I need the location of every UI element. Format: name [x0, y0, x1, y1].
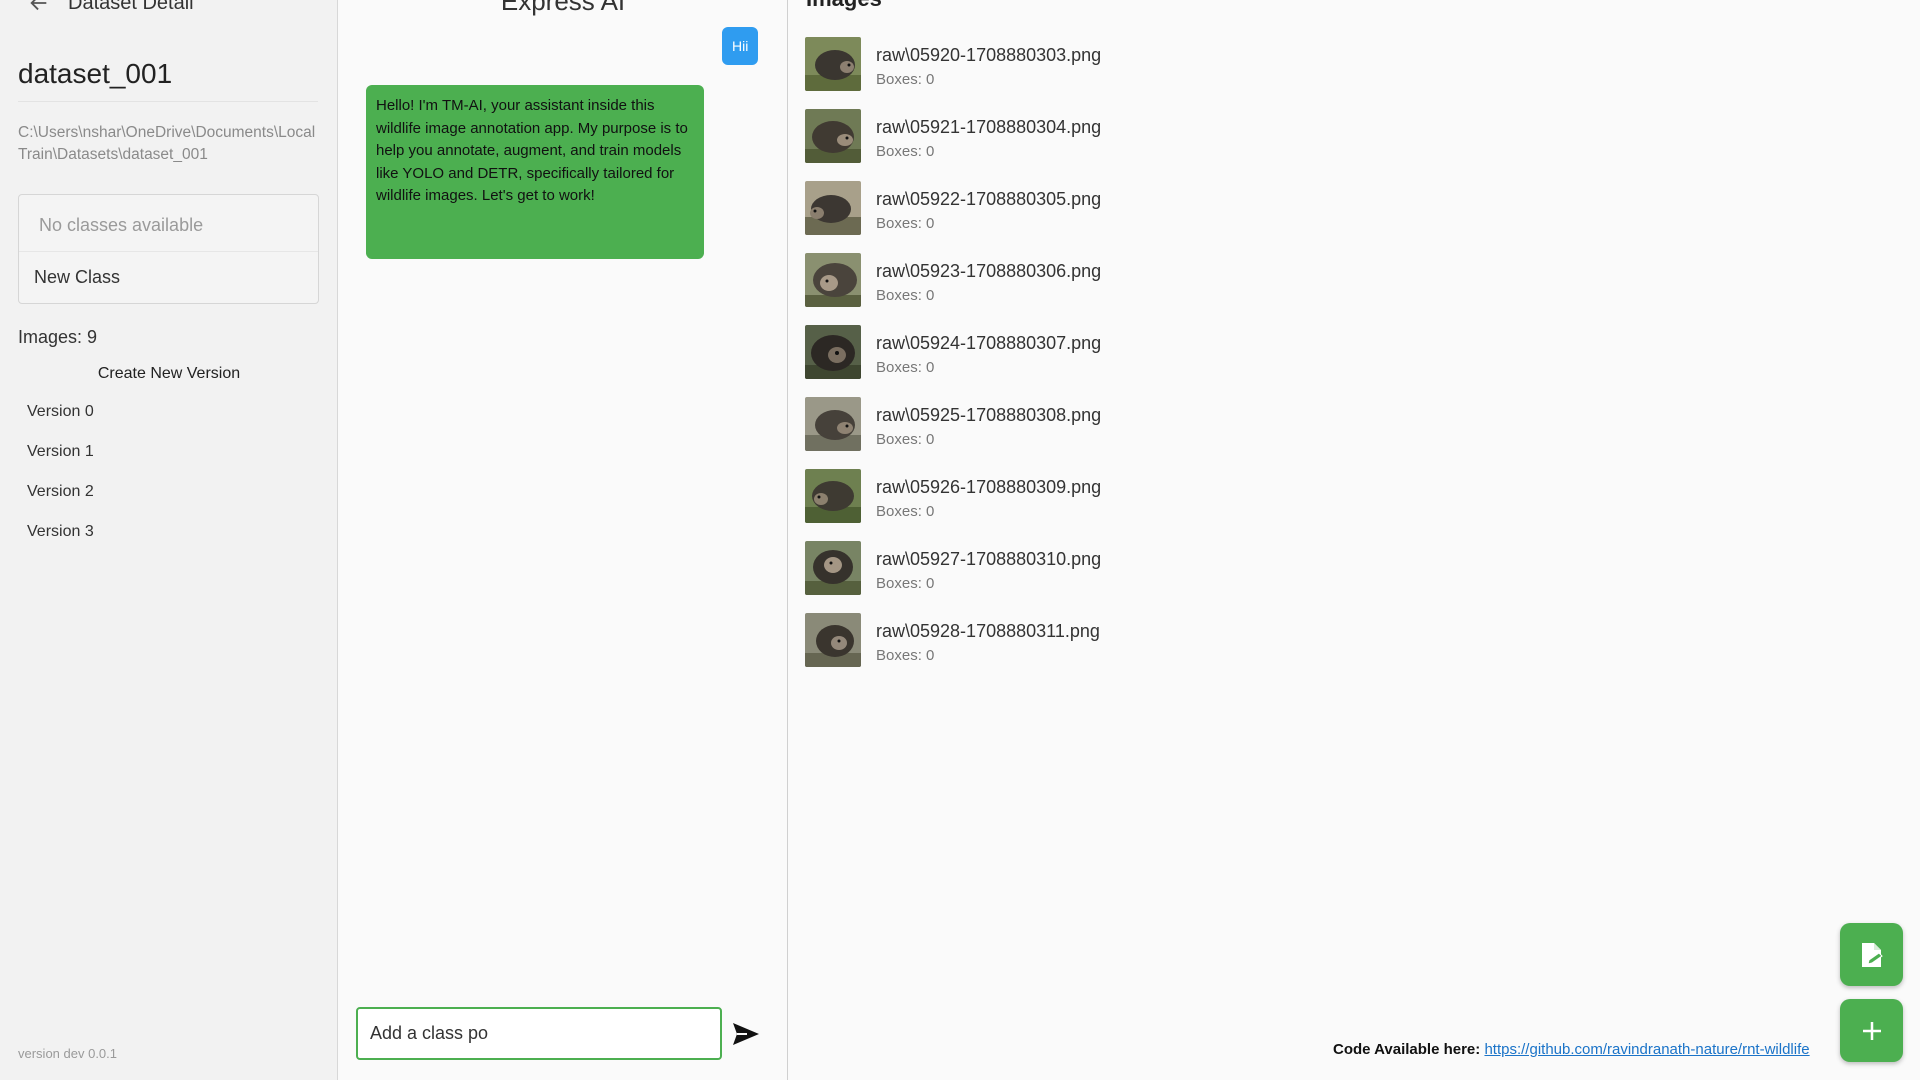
chat-title: Express AI: [500, 0, 626, 16]
chat-input-box: [356, 1007, 722, 1060]
image-filename: raw\05928-1708880311.png: [876, 621, 1100, 641]
sidebar: Dataset Detail dataset_001 C:\Users\nsha…: [0, 0, 338, 1080]
export-file-icon: [1861, 942, 1883, 967]
image-filename: raw\05922-1708880305.png: [876, 189, 1102, 209]
image-filename: raw\05926-1708880309.png: [876, 477, 1102, 497]
version-item[interactable]: Version 0: [27, 400, 94, 440]
image-thumbnail: [805, 253, 861, 307]
images-heading: Images: [806, 0, 882, 12]
image-box-count: Boxes: 0: [876, 503, 935, 520]
image-filename: raw\05927-1708880310.png: [876, 549, 1102, 569]
image-list-item[interactable]: raw\05928-1708880311.png Boxes: 0: [805, 613, 1205, 685]
image-box-count: Boxes: 0: [876, 359, 935, 376]
dataset-name: dataset_001: [18, 58, 173, 89]
image-box-count: Boxes: 0: [876, 431, 935, 448]
image-list-item[interactable]: raw\05922-1708880305.png Boxes: 0: [805, 181, 1205, 253]
image-list-item[interactable]: raw\05920-1708880303.png Boxes: 0: [805, 37, 1205, 109]
image-thumbnail: [805, 397, 861, 451]
footer-label: Code Available here:: [1333, 1041, 1481, 1058]
image-list-item[interactable]: raw\05923-1708880306.png Boxes: 0: [805, 253, 1205, 325]
new-class-button[interactable]: New Class: [34, 267, 120, 288]
image-thumbnail: [805, 325, 861, 379]
version-item[interactable]: Version 2: [27, 480, 94, 520]
image-thumbnail: [805, 469, 861, 523]
image-box-count: Boxes: 0: [876, 287, 935, 304]
image-box-count: Boxes: 0: [876, 575, 935, 592]
chat-panel: Express AI Hii Hello! I'm TM-AI, your as…: [338, 0, 788, 1080]
divider: [19, 251, 318, 252]
image-box-count: Boxes: 0: [876, 215, 935, 232]
version-item[interactable]: Version 1: [27, 440, 94, 480]
versions-list: Version 0 Version 1 Version 2 Version 3: [27, 400, 94, 560]
image-filename: raw\05924-1708880307.png: [876, 333, 1102, 353]
image-filename: raw\05921-1708880304.png: [876, 117, 1102, 137]
create-new-version-button[interactable]: Create New Version: [0, 365, 338, 383]
version-item[interactable]: Version 3: [27, 520, 94, 560]
image-box-count: Boxes: 0: [876, 71, 935, 88]
images-list: raw\05920-1708880303.png Boxes: 0 raw\05…: [805, 37, 1205, 685]
classes-box: No classes available New Class: [18, 194, 319, 304]
image-list-item[interactable]: raw\05924-1708880307.png Boxes: 0: [805, 325, 1205, 397]
add-button[interactable]: [1840, 999, 1903, 1062]
images-count: Images: 9: [18, 327, 98, 347]
image-thumbnail: [805, 109, 861, 163]
github-link[interactable]: https://github.com/ravindranath-nature/r…: [1484, 1041, 1809, 1058]
plus-icon: [1862, 1021, 1881, 1040]
divider: [18, 101, 318, 102]
page-title: Dataset Detail: [68, 0, 194, 14]
user-message-bubble: Hii: [722, 27, 759, 65]
image-box-count: Boxes: 0: [876, 143, 935, 160]
image-list-item[interactable]: raw\05921-1708880304.png Boxes: 0: [805, 109, 1205, 181]
image-thumbnail: [805, 613, 861, 667]
image-box-count: Boxes: 0: [876, 647, 935, 664]
image-filename: raw\05920-1708880303.png: [876, 45, 1102, 65]
chat-input[interactable]: [358, 1009, 720, 1058]
images-panel: Images raw\05920-1708880303.png Boxes: 0…: [789, 0, 1920, 1080]
send-icon[interactable]: [731, 1021, 761, 1047]
image-filename: raw\05925-1708880308.png: [876, 405, 1102, 425]
image-list-item[interactable]: raw\05926-1708880309.png Boxes: 0: [805, 469, 1205, 541]
no-classes-text: No classes available: [39, 215, 204, 235]
image-list-item[interactable]: raw\05927-1708880310.png Boxes: 0: [805, 541, 1205, 613]
image-thumbnail: [805, 37, 861, 91]
ai-message-bubble: Hello! I'm TM-AI, your assistant inside …: [366, 85, 704, 259]
image-thumbnail: [805, 541, 861, 595]
image-list-item[interactable]: raw\05925-1708880308.png Boxes: 0: [805, 397, 1205, 469]
dataset-path: C:\Users\nshar\OneDrive\Documents\LocalT…: [18, 124, 316, 163]
app-version: version dev 0.0.1: [18, 1046, 118, 1061]
export-button[interactable]: [1840, 923, 1903, 986]
footer: Code Available here: https://github.com/…: [1333, 1041, 1810, 1058]
back-arrow-icon[interactable]: [28, 0, 50, 14]
image-thumbnail: [805, 181, 861, 235]
sidebar-header: Dataset Detail: [28, 0, 194, 18]
image-filename: raw\05923-1708880306.png: [876, 261, 1102, 281]
